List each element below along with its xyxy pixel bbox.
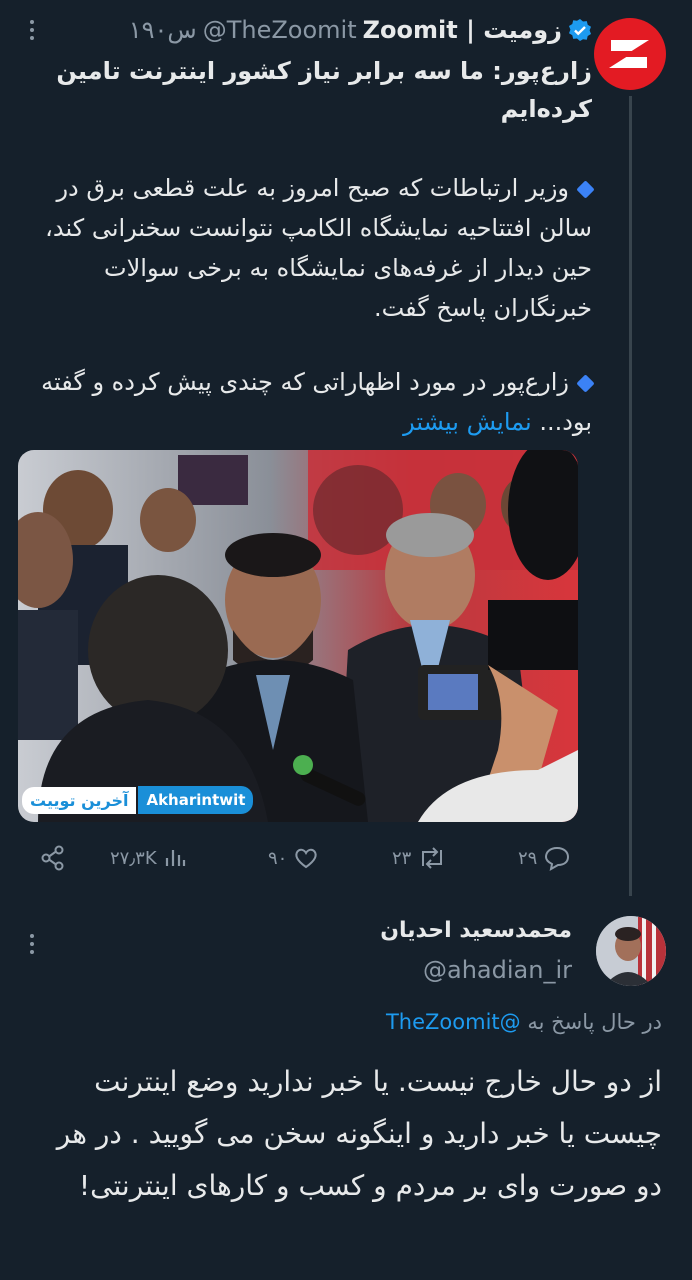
paragraph-1-text: وزیر ارتباطات که صبح امروز به علت قطعی ب…	[45, 174, 592, 322]
press-crowd-photo	[18, 450, 578, 822]
author-name[interactable]: زومیت | Zoomit	[363, 16, 562, 44]
replies-count: ۲۹	[518, 847, 538, 869]
reply-author-handle[interactable]: @ahadian_ir	[423, 956, 572, 984]
like-button[interactable]: ۹۰	[268, 838, 319, 878]
tweet-action-bar: ۲۷٫۳K ۹۰ ۲۳ ۲۹	[30, 838, 580, 878]
reply-text: از دو حال خارج نیست. یا خبر ندارید وضع ا…	[56, 1065, 662, 1202]
avatar-photo	[596, 916, 666, 986]
replying-mention[interactable]: @TheZoomit	[386, 1010, 521, 1034]
like-icon	[295, 848, 317, 869]
tweet-paragraph-1: وزیر ارتباطات که صبح امروز به علت قطعی ب…	[22, 168, 595, 328]
tweet-time[interactable]: ۱۹۰س	[129, 16, 197, 44]
watermark-en: Akharintwit	[138, 786, 254, 814]
show-more-link[interactable]: نمایش بیشتر	[403, 408, 532, 436]
diamond-bullet-icon	[576, 179, 595, 199]
views-count: ۲۷٫۳K	[110, 847, 157, 869]
tweet-photo[interactable]: آخرین توییت Akharintwit	[18, 450, 578, 822]
zoomit-avatar[interactable]	[594, 18, 666, 90]
replying-prefix: در حال پاسخ به	[527, 1010, 662, 1034]
likes-count: ۹۰	[268, 847, 288, 869]
more-icon[interactable]	[22, 16, 42, 50]
media-watermark: آخرین توییت Akharintwit	[22, 786, 254, 814]
reply-button[interactable]: ۲۹	[518, 838, 571, 878]
reply-icon	[545, 846, 570, 871]
replying-to: در حال پاسخ به @TheZoomit	[386, 1010, 662, 1034]
retweets-count: ۲۳	[392, 847, 412, 869]
views-icon	[165, 850, 185, 866]
watermark-fa: آخرین توییت	[22, 786, 137, 814]
reply-author-name[interactable]: محمدسعید احدیان	[380, 918, 572, 943]
verified-badge-icon	[569, 19, 591, 41]
tweet-paragraph-2: زارع‌پور در مورد اظهاراتی که چندی پیش کر…	[22, 362, 595, 442]
reply-avatar[interactable]	[596, 916, 666, 986]
retweet-button[interactable]: ۲۳	[392, 838, 447, 878]
zoomit-logo-icon	[609, 40, 649, 68]
diamond-bullet-icon	[576, 373, 595, 393]
views-button[interactable]: ۲۷٫۳K	[110, 838, 187, 878]
tweet-title: زارع‌پور: ما سه برابر نیاز کشور اینترنت …	[56, 57, 592, 123]
share-icon	[41, 845, 64, 871]
author-handle[interactable]: @TheZoomit	[203, 16, 357, 44]
retweet-icon	[422, 847, 443, 869]
thread-line	[629, 96, 632, 896]
more-icon[interactable]	[22, 930, 42, 964]
tweet-header: زومیت | Zoomit @TheZoomit ۱۹۰س	[129, 10, 592, 50]
share-button[interactable]	[40, 838, 66, 878]
